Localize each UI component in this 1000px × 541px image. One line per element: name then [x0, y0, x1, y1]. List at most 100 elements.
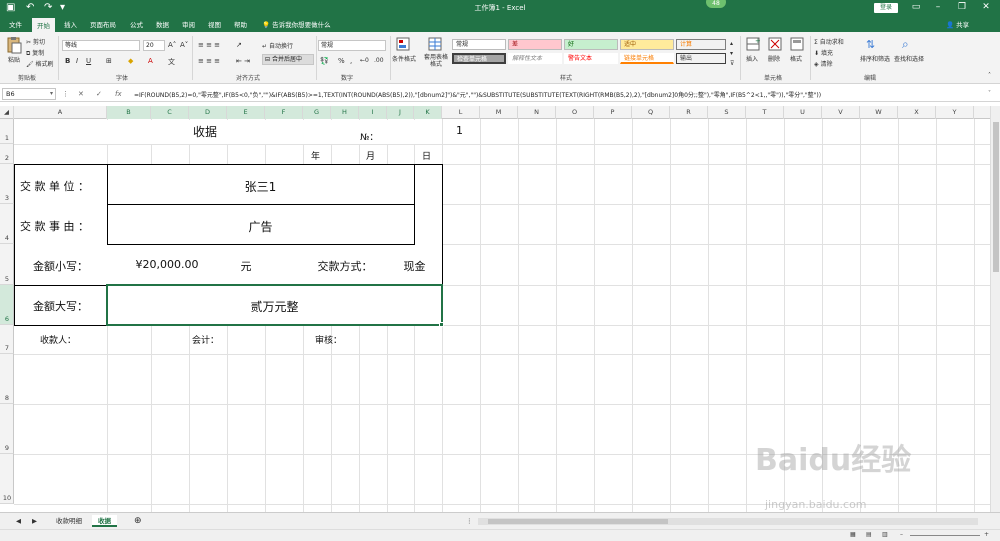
- comma-icon[interactable]: ,: [350, 57, 352, 65]
- horizontal-scrollbar[interactable]: [478, 518, 978, 525]
- fill-button[interactable]: ⬇ 填充: [814, 48, 833, 57]
- column-header[interactable]: I: [359, 106, 387, 119]
- align-top-icon[interactable]: ≡ ≡ ≡: [198, 41, 220, 49]
- column-header[interactable]: Y: [936, 106, 974, 119]
- styles-scroll-up-icon[interactable]: ▴: [730, 40, 733, 47]
- indent-icon[interactable]: ⇤ ⇥: [236, 57, 250, 65]
- column-header[interactable]: M: [480, 106, 518, 119]
- row-header[interactable]: 6: [0, 285, 14, 325]
- find-icon[interactable]: ⌕: [902, 37, 909, 52]
- column-header[interactable]: F: [265, 106, 303, 119]
- sort-filter-icon[interactable]: ⇅: [866, 38, 875, 51]
- tab-file[interactable]: 文件: [9, 19, 22, 29]
- zoom-slider[interactable]: [910, 535, 980, 536]
- vertical-scrollbar[interactable]: [990, 106, 1000, 512]
- tell-me-box[interactable]: 💡 告诉我你想要做什么: [262, 19, 331, 29]
- formula-input[interactable]: =IF(ROUND(B5,2)=0,"零元整",IF(B5<0,"负","")&…: [134, 90, 821, 99]
- column-header[interactable]: X: [898, 106, 936, 119]
- page-break-view-icon[interactable]: ▥: [882, 531, 888, 538]
- name-box[interactable]: B6: [2, 88, 56, 100]
- tab-help[interactable]: 帮助: [234, 19, 247, 29]
- bold-icon[interactable]: B: [65, 57, 70, 65]
- expand-formula-icon[interactable]: ˅: [988, 90, 991, 97]
- align-left-icon[interactable]: ≡ ≡ ≡: [198, 57, 220, 65]
- enter-icon[interactable]: ✓: [96, 90, 102, 98]
- style-good[interactable]: 好: [564, 39, 618, 50]
- column-header[interactable]: O: [556, 106, 594, 119]
- tab-data[interactable]: 数据: [156, 19, 169, 29]
- style-linked-cell[interactable]: 链接单元格: [620, 53, 674, 64]
- delete-cells-icon[interactable]: [768, 37, 782, 51]
- tab-view[interactable]: 视图: [208, 19, 221, 29]
- share-button[interactable]: 👤 共享: [946, 19, 969, 29]
- row-header[interactable]: 4: [0, 204, 14, 244]
- ribbon-display-icon[interactable]: ▭: [906, 2, 926, 12]
- minimize-icon[interactable]: –: [928, 2, 948, 12]
- merge-center-button[interactable]: ⊟ 合并后居中: [262, 54, 314, 65]
- decrease-font-icon[interactable]: A˅: [180, 41, 188, 49]
- style-calculation[interactable]: 计算: [676, 39, 726, 50]
- style-check-cell[interactable]: 检查单元格: [452, 53, 506, 64]
- collapse-ribbon-icon[interactable]: ˄: [988, 72, 991, 79]
- column-header[interactable]: W: [860, 106, 898, 119]
- style-output[interactable]: 输出: [676, 53, 726, 64]
- column-header[interactable]: S: [708, 106, 746, 119]
- increase-font-icon[interactable]: A˄: [168, 41, 176, 49]
- prev-sheet-icon[interactable]: ◀: [10, 515, 27, 527]
- delete-cells-button[interactable]: 删除: [768, 54, 780, 63]
- style-bad[interactable]: 差: [508, 39, 562, 50]
- column-header[interactable]: B: [107, 106, 151, 119]
- row-header[interactable]: 9: [0, 404, 14, 454]
- column-header[interactable]: J: [387, 106, 414, 119]
- tab-home[interactable]: 开始: [32, 18, 55, 32]
- orientation-icon[interactable]: ↗: [236, 41, 242, 49]
- add-sheet-icon[interactable]: ⊕: [128, 515, 148, 527]
- italic-icon[interactable]: I: [76, 57, 78, 65]
- percent-icon[interactable]: %: [338, 57, 345, 65]
- options-icon[interactable]: ⋮: [62, 90, 69, 98]
- select-all-corner[interactable]: ◢: [0, 106, 14, 119]
- column-header[interactable]: H: [331, 106, 359, 119]
- zoom-in-icon[interactable]: +: [984, 531, 989, 538]
- column-header[interactable]: A: [14, 106, 107, 119]
- row-header[interactable]: 5: [0, 244, 14, 285]
- styles-more-icon[interactable]: ⊽: [730, 60, 734, 67]
- format-painter-button[interactable]: 🖌 格式刷: [26, 59, 54, 68]
- font-size-select[interactable]: 20: [143, 40, 165, 51]
- column-header[interactable]: N: [518, 106, 556, 119]
- column-header[interactable]: C: [151, 106, 189, 119]
- copy-button[interactable]: ⧉ 复制: [26, 48, 44, 58]
- column-header[interactable]: K: [414, 106, 442, 119]
- column-header[interactable]: U: [784, 106, 822, 119]
- row-header[interactable]: 8: [0, 354, 14, 404]
- restore-icon[interactable]: ❐: [952, 2, 972, 12]
- fill-color-icon[interactable]: ◆: [128, 57, 133, 65]
- cut-button[interactable]: ✂ 剪切: [26, 37, 45, 46]
- sheet-tab-active[interactable]: 收据: [92, 515, 117, 527]
- wrap-text-button[interactable]: ↵ 自动换行: [262, 41, 293, 50]
- style-explanatory[interactable]: 解释性文本: [508, 53, 562, 64]
- tab-formulas[interactable]: 公式: [130, 19, 143, 29]
- tab-page-layout[interactable]: 页面布局: [90, 19, 116, 29]
- sort-filter-button[interactable]: 排序和筛选: [860, 54, 890, 63]
- conditional-format-icon[interactable]: [396, 37, 410, 51]
- page-layout-view-icon[interactable]: ▤: [866, 531, 872, 538]
- row-header[interactable]: 10: [0, 454, 14, 504]
- decrease-decimal-icon[interactable]: .00: [374, 57, 384, 64]
- style-warning[interactable]: 警告文本: [564, 53, 618, 64]
- font-name-select[interactable]: 等线: [62, 40, 140, 51]
- conditional-format-button[interactable]: 条件格式: [392, 54, 416, 63]
- style-normal[interactable]: 常规: [452, 39, 506, 50]
- increase-decimal-icon[interactable]: ←0: [360, 57, 369, 64]
- login-button[interactable]: 登录: [874, 3, 898, 13]
- format-cells-button[interactable]: 格式: [790, 54, 802, 63]
- scrollbar-thumb[interactable]: [993, 122, 999, 272]
- phonetic-icon[interactable]: 文: [168, 57, 175, 67]
- insert-function-icon[interactable]: fx: [115, 90, 122, 98]
- row-header[interactable]: 3: [0, 164, 14, 204]
- column-header[interactable]: D: [189, 106, 227, 119]
- zoom-out-icon[interactable]: –: [900, 531, 903, 538]
- insert-cells-icon[interactable]: +: [746, 37, 760, 51]
- column-header[interactable]: G: [303, 106, 331, 119]
- next-sheet-icon[interactable]: ▶: [26, 515, 43, 527]
